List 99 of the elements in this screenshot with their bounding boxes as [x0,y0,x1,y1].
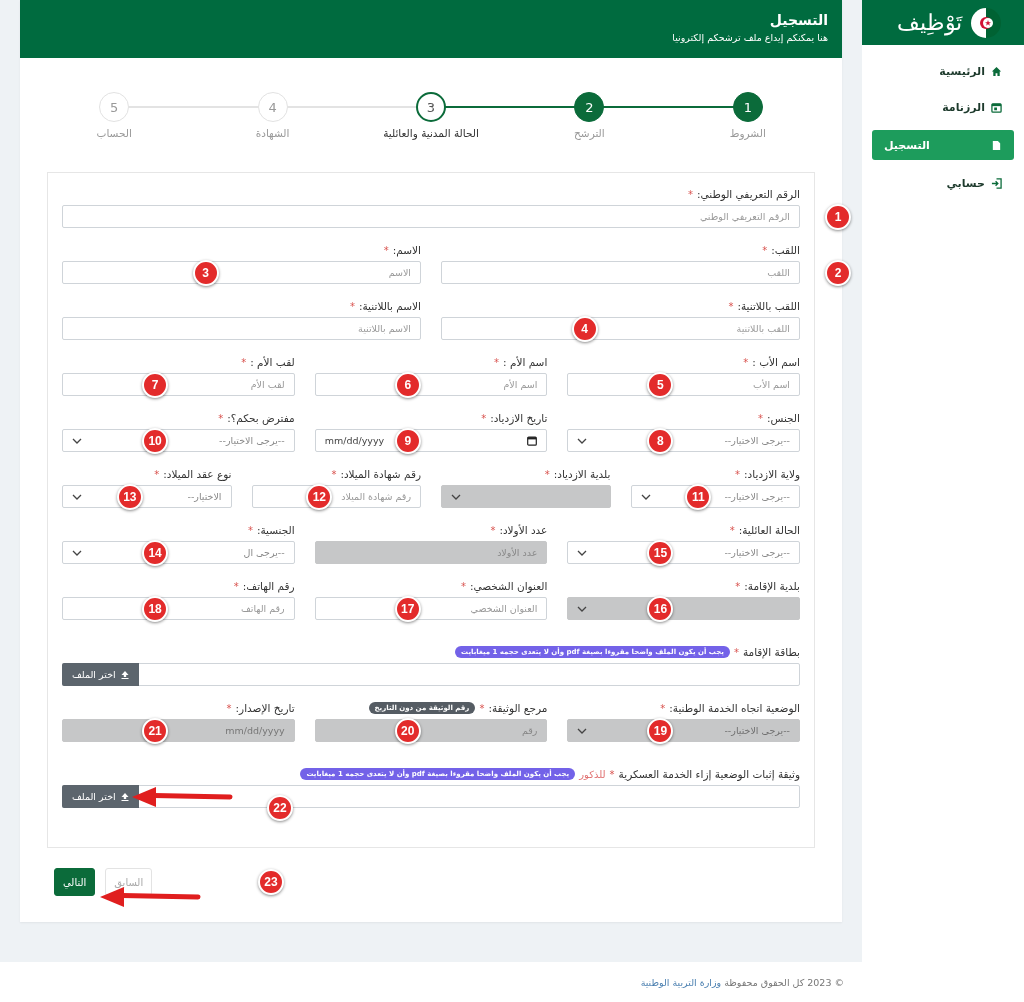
field-label: رقم شهادة الميلاد: [340,468,421,480]
step-label: الشروط [729,127,766,139]
required-mark: * [762,244,768,256]
step-label: الحالة المدنية والعائلية [383,127,479,139]
field-label: الحالة العائلية: [738,524,800,536]
number-badge: 23 [258,869,284,895]
number-badge: 2 [825,259,851,286]
sign-in-icon [991,177,1002,189]
field-label: الرقم التعريفي الوطني: [696,188,800,200]
input-field[interactable]: الاسم باللاتنية [62,317,421,340]
chevron-icon [72,437,82,444]
required-mark: * [349,300,355,312]
field-label: بلدية الازدياد: [553,468,611,480]
required-mark: * [154,468,160,480]
choose-file-button[interactable]: اختر الملف [62,663,139,686]
step-circle: 2 [574,92,605,122]
required-mark: * [460,580,466,592]
field-label: بطاقة الإقامة [742,646,800,658]
field-label: ولاية الازدياد: [744,468,800,480]
page-subtitle: هنا يمكنكم إيداع ملف ترشحكم إلكترونيا [671,32,828,43]
required-mark: * [383,244,389,256]
field-label: اسم الأم : [503,356,548,368]
required-mark: * [758,412,763,424]
ministry-link[interactable]: وزارة التربية الوطنية [640,976,722,988]
step-label: الشهادة [255,127,290,139]
required-mark: * [490,524,496,536]
input-field[interactable]: اللقب [441,261,800,284]
field-label: الجنس: [767,412,800,424]
next-button[interactable]: التالي [54,868,96,896]
required-mark: * [735,468,741,480]
step-circle: 3 [416,92,446,122]
copyright-text: © 2023 كل الحقوق محفوظة وزارة التربية الوطنية [640,976,844,988]
required-mark: * [218,412,224,424]
field-label: نوع عقد الميلاد: [163,468,232,480]
number-badge: 22 [267,795,293,821]
required-mark: * [481,412,487,424]
required-mark: * [728,300,734,312]
field-label: العنوان الشخصي: [469,580,548,592]
chevron-icon [72,549,82,556]
field-label: تاريخ الإصدار: [235,702,295,714]
field-label: عدد الأولاد: [499,524,548,536]
field-label: الوضعية اتجاه الخدمة الوطنية: [669,702,800,714]
field-label: تاريخ الازدياد: [490,412,548,424]
required-mark: * [247,524,253,536]
choose-file-button[interactable]: اختر الملف [62,785,139,808]
document-icon [991,139,1002,151]
step-circle: 1 [732,92,763,122]
step-label: الترشح [574,127,605,139]
field-label: اللقب باللاتنية: [737,300,800,312]
field-label: اللقب: [771,244,800,256]
field-label: مفترض بحكم؟: [227,412,295,424]
chevron-icon [72,493,82,500]
nav-item[interactable]: الرزنامة [872,94,1014,120]
step-circle: 4 [257,92,288,122]
required-mark: * [660,702,666,714]
field-label: وثيقة إثبات الوضعية إزاء الخدمة العسكرية [618,768,800,780]
upload-icon [120,792,129,801]
required-mark: * [544,468,550,480]
chevron-icon [577,727,588,734]
required-mark: * [494,356,499,368]
field-label: اسم الأب : [752,356,800,368]
required-mark: * [733,646,739,658]
chevron-icon [451,493,461,500]
chevron-icon [577,605,588,612]
required-mark: * [743,356,749,368]
required-mark: * [687,188,693,200]
calendar-icon [527,435,538,446]
required-mark: * [226,702,232,714]
input-field[interactable]: الرقم التعريفي الوطني [62,205,800,228]
required-mark: * [735,580,741,592]
field-label: لقب الأم : [250,356,295,368]
step-circle: 5 [99,92,130,122]
chevron-icon [577,549,588,556]
required-mark: * [609,768,615,780]
required-mark: * [233,580,239,592]
nav-item[interactable]: الرئيسية [872,58,1014,84]
page-title: التسجيل [768,12,828,28]
field-label: الاسم باللاتنية: [358,300,421,312]
field-label: رقم الهاتف: [242,580,295,592]
logo-text: تَوْظِيف [897,11,962,34]
chevron-icon [577,437,588,444]
field-label: بلدية الإقامة: [744,580,800,592]
number-badge: 1 [825,203,851,230]
flag-icon [970,6,1002,39]
required-mark: * [331,468,337,480]
step-label: الحساب [96,127,132,139]
nav-item[interactable]: التسجيل [872,130,1014,160]
field-label: الاسم: [392,244,421,256]
field-note: للذكور [579,768,606,780]
chevron-icon [640,493,651,500]
field-label: الجنسية: [256,524,295,536]
calendar-icon [991,101,1002,113]
upload-icon [120,670,129,679]
required-mark: * [729,524,735,536]
field-label: مرجع الوثيقة: [488,702,548,714]
nav-item[interactable]: حسابي [872,170,1014,196]
required-mark: * [241,356,247,368]
home-icon [991,65,1002,77]
required-mark: * [479,702,485,714]
